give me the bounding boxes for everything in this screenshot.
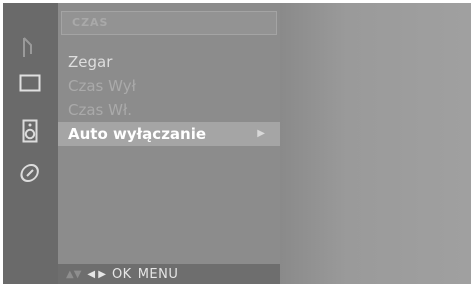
menu-item-clock[interactable]: Zegar	[58, 50, 280, 74]
audio-icon[interactable]	[16, 117, 44, 145]
menu-title: CZAS	[72, 16, 109, 29]
menu-header: CZAS	[61, 11, 277, 35]
menu-item-on-time[interactable]: Czas Wł.	[58, 98, 280, 122]
menu-item-label: Zegar	[68, 53, 113, 71]
menu-item-label: Czas Wł.	[68, 101, 132, 119]
ok-hint: OK	[111, 266, 132, 282]
time-menu-panel: CZAS Zegar Czas Wył Czas Wł. Auto wyłącz…	[58, 3, 280, 284]
menu-item-off-time[interactable]: Czas Wył	[58, 74, 280, 98]
up-down-arrows-icon: ▲▼	[66, 268, 82, 280]
menu-category-sidebar	[3, 3, 58, 284]
picture-icon[interactable]	[16, 69, 44, 97]
input-icon[interactable]	[16, 33, 44, 61]
left-right-arrows-icon: ◀ ▶	[87, 268, 106, 280]
menu-item-label: Czas Wył	[68, 77, 136, 95]
submenu-arrow-icon: ▶	[257, 128, 265, 139]
navigation-hint-bar: ▲▼ ◀ ▶ OK MENU	[58, 264, 280, 284]
tv-screen: CZAS Zegar Czas Wył Czas Wł. Auto wyłącz…	[3, 3, 471, 284]
menu-item-label: Auto wyłączanie	[68, 125, 207, 143]
menu-item-auto-sleep[interactable]: Auto wyłączanie ▶	[58, 122, 280, 146]
menu-hint: MENU	[137, 266, 179, 282]
video-background	[280, 3, 471, 284]
time-icon[interactable]	[16, 159, 44, 187]
